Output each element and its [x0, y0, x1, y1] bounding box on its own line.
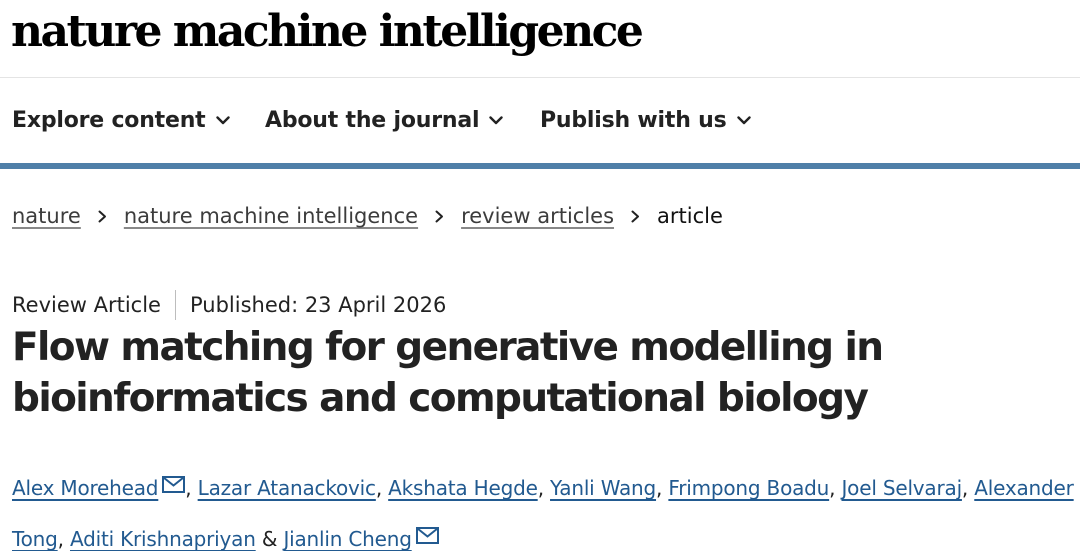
chevron-right-icon	[631, 210, 640, 223]
author-link[interactable]: Alex Morehead	[12, 476, 158, 500]
author-separator: ,	[375, 476, 382, 500]
author-separator: ,	[961, 476, 969, 500]
mail-icon[interactable]	[162, 462, 186, 511]
chevron-down-icon	[736, 116, 751, 125]
nav-about-journal[interactable]: About the journal	[265, 108, 504, 133]
nav-publish-with-us[interactable]: Publish with us	[540, 108, 751, 133]
main-nav: Explore content About the journal Publis…	[0, 79, 1080, 163]
nav-item-label: About the journal	[265, 108, 480, 133]
author-and: &	[261, 527, 278, 551]
author-separator: ,	[57, 527, 64, 551]
author-link[interactable]: Frimpong Boadu	[668, 476, 829, 500]
nav-item-label: Publish with us	[540, 108, 727, 133]
breadcrumb-item-nature[interactable]: nature	[12, 204, 81, 228]
author-link[interactable]: Akshata Hegde	[388, 476, 538, 500]
breadcrumb-item-journal[interactable]: nature machine intelligence	[124, 204, 418, 228]
author-list: Alex Morehead, Lazar Atanackovic, Akshat…	[12, 462, 1080, 551]
author-separator: ,	[185, 476, 192, 500]
article-meta: Review Article Published: 23 April 2026	[12, 290, 446, 320]
chevron-down-icon	[489, 116, 504, 125]
article-type: Review Article	[12, 293, 161, 317]
journal-logo[interactable]: nature machine intelligence	[11, 6, 644, 57]
meta-divider	[174, 290, 176, 320]
breadcrumb-current: article	[657, 204, 723, 228]
breadcrumb-item-review-articles[interactable]: review articles	[461, 204, 614, 228]
article-title: Flow matching for generative modelling i…	[12, 325, 884, 421]
author-link[interactable]: Lazar Atanackovic	[198, 476, 376, 500]
author-separator: ,	[829, 476, 836, 500]
breadcrumb: nature nature machine intelligence revie…	[12, 204, 723, 228]
author-separator: ,	[656, 476, 663, 500]
masthead: nature machine intelligence	[0, 0, 1080, 78]
nav-explore-content[interactable]: Explore content	[12, 108, 230, 133]
nav-item-label: Explore content	[12, 108, 206, 133]
chevron-right-icon	[435, 210, 444, 223]
author-link[interactable]: Jianlin Cheng	[283, 527, 411, 551]
chevron-down-icon	[215, 116, 230, 125]
author-link[interactable]: Joel Selvaraj	[841, 476, 962, 500]
author-link[interactable]: Aditi Krishnapriyan	[70, 527, 256, 551]
publish-date: Published: 23 April 2026	[189, 293, 447, 317]
nav-accent-bar	[0, 163, 1080, 169]
mail-icon[interactable]	[415, 513, 439, 551]
author-link[interactable]: Yanli Wang	[550, 476, 656, 500]
author-separator: ,	[537, 476, 544, 500]
chevron-right-icon	[98, 210, 107, 223]
